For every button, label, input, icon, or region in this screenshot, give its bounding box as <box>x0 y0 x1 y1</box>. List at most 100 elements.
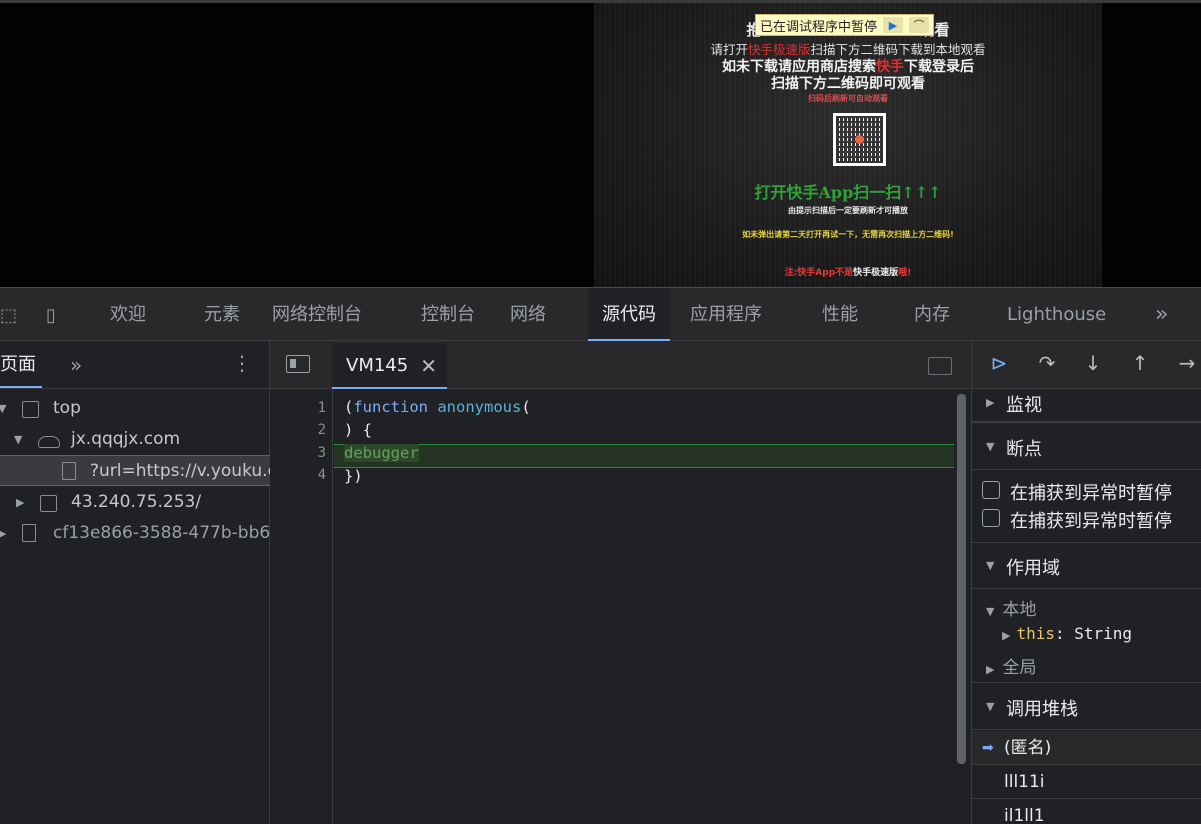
tree-label: top <box>53 398 81 418</box>
current-frame-arrow-icon: ➡ <box>982 740 994 756</box>
tree-label: 43.240.75.253/ <box>71 492 202 512</box>
call-frame-current[interactable]: ➡ (匿名) <box>972 731 1201 765</box>
close-tab-icon[interactable]: ✕ <box>420 343 437 389</box>
execution-line-highlight <box>334 444 954 468</box>
section-title: 监视 <box>1006 395 1042 416</box>
code-line-2[interactable]: ) { <box>344 421 372 439</box>
collapse-arrow-icon[interactable]: ▶ <box>0 518 6 549</box>
collapse-arrow-icon: ▶ <box>986 663 995 676</box>
overlay-line-8: 如未弹出请第二天打开再试一下，无需再次扫描上方二维码! <box>742 230 954 239</box>
frame-icon <box>22 401 39 418</box>
devtools-tabbar: ⬚ ▯ 欢迎 元素 网络控制台 控制台 网络 源代码 应用程序 性能 内存 Li… <box>0 287 1201 341</box>
file-navigator: 页面 » ⋮ ▼ top ▼ jx.qqqjx.com ?url=https:/… <box>0 341 270 824</box>
tree-label: cf13e866-3588-477b-bb6t <box>53 523 270 543</box>
tree-item-domain[interactable]: ▼ jx.qqqjx.com <box>0 424 270 455</box>
code-line-1[interactable]: (function anonymous( <box>344 398 531 416</box>
section-breakpoints[interactable]: ▼ 断点 <box>972 422 1201 470</box>
editor-tabbar: VM145 ✕ <box>270 341 970 389</box>
more-navigator-tabs-icon[interactable]: » <box>70 353 82 377</box>
section-title: 断点 <box>1006 439 1042 460</box>
scope-label: 本地 <box>1002 600 1037 620</box>
inspect-element-icon[interactable]: ⬚ <box>0 305 24 327</box>
section-title: 作用域 <box>1006 558 1060 579</box>
file-tab-vm145[interactable]: VM145 ✕ <box>332 343 447 389</box>
gear-file-icon <box>22 524 36 542</box>
property-separator: : <box>1055 624 1075 643</box>
tree-item-top[interactable]: ▼ top <box>0 393 270 424</box>
expand-arrow-icon[interactable]: ▼ <box>0 393 6 424</box>
navigator-header: 页面 » ⋮ <box>0 341 269 389</box>
tab-network-console[interactable]: 网络控制台 <box>272 288 362 341</box>
video-player[interactable]: 抱观看 请打开快手极速版扫描下方二维码下载到本地观看 如未下载请应用商店搜索快手… <box>594 3 1102 287</box>
pause-uncaught-checkbox[interactable] <box>982 509 1000 527</box>
step-over-icon[interactable]: ⌒ <box>909 17 930 33</box>
call-frame-label: (匿名) <box>1004 738 1052 758</box>
collapse-arrow-icon[interactable]: ▶ <box>16 487 24 518</box>
scope-local-row[interactable]: ▼ 本地 <box>986 595 1036 620</box>
tab-application[interactable]: 应用程序 <box>690 288 762 341</box>
scope-global-row[interactable]: ▶ 全局 <box>986 653 1036 678</box>
checkbox-label: 在捕获到异常时暂停 <box>1010 483 1172 504</box>
debugger-toolbar: ⊳ ↷ ↓ ↑ → <box>972 341 1201 389</box>
property-key: this <box>1016 624 1055 643</box>
toggle-navigator-icon[interactable] <box>286 355 310 373</box>
tab-memory[interactable]: 内存 <box>914 288 950 341</box>
tab-welcome[interactable]: 欢迎 <box>110 288 146 341</box>
cloud-icon <box>38 436 60 448</box>
overlay-line-5: 扫码后刷新可自动观看 <box>808 94 888 103</box>
step-into-icon[interactable]: ↓ <box>1078 351 1108 375</box>
line-number[interactable]: 1 <box>296 400 326 416</box>
call-frame[interactable]: il1ll1 <box>972 799 1201 824</box>
tab-lighthouse[interactable]: Lighthouse <box>1007 288 1106 341</box>
code-line-3[interactable]: debugger <box>344 444 419 462</box>
tab-page[interactable]: 页面 <box>0 341 42 388</box>
tree-item-worker[interactable]: ▶ cf13e866-3588-477b-bb6t <box>0 518 270 549</box>
pause-on-caught-row[interactable]: 在捕获到异常时暂停 <box>972 481 1201 507</box>
tab-performance[interactable]: 性能 <box>822 288 858 341</box>
tree-item-ip[interactable]: ▶ 43.240.75.253/ <box>0 487 270 518</box>
section-watch[interactable]: ▶ 监视 <box>972 389 1201 422</box>
device-toolbar-icon[interactable]: ▯ <box>46 305 70 327</box>
section-call-stack[interactable]: ▼ 调用堆栈 <box>972 682 1201 730</box>
expand-arrow-icon[interactable]: ▼ <box>14 424 22 455</box>
toggle-debugger-icon[interactable] <box>928 357 952 375</box>
pause-caught-checkbox[interactable] <box>982 481 1000 499</box>
devtools-panel: ⬚ ▯ 欢迎 元素 网络控制台 控制台 网络 源代码 应用程序 性能 内存 Li… <box>0 287 1201 824</box>
step-out-icon[interactable]: ↑ <box>1125 351 1155 375</box>
tab-network[interactable]: 网络 <box>510 288 546 341</box>
more-tabs-icon[interactable]: » <box>1155 288 1168 341</box>
frame-icon <box>40 495 57 512</box>
call-frame-label: lll11i <box>1004 772 1045 792</box>
section-scope[interactable]: ▼ 作用域 <box>972 542 1201 589</box>
navigator-menu-icon[interactable]: ⋮ <box>232 351 252 375</box>
file-icon <box>62 462 76 480</box>
resume-icon[interactable]: ▶ <box>883 17 904 33</box>
tree-item-url-file[interactable]: ?url=https://v.youku.c <box>0 455 270 486</box>
call-frame-label: il1ll1 <box>1004 806 1045 824</box>
tab-sources[interactable]: 源代码 <box>588 288 670 341</box>
expand-arrow-icon: ▼ <box>986 700 995 713</box>
step-over-icon[interactable]: ↷ <box>1032 351 1062 375</box>
call-frame[interactable]: lll11i <box>972 765 1201 799</box>
scope-this-row[interactable]: ▶ this: String <box>1002 624 1132 644</box>
expand-arrow-icon: ▼ <box>986 559 995 572</box>
code-line-4[interactable]: }) <box>344 467 363 485</box>
page-viewport: 抱观看 请打开快手极速版扫描下方二维码下载到本地观看 如未下载请应用商店搜索快手… <box>0 0 1201 287</box>
tree-label: ?url=https://v.youku.c <box>90 461 270 481</box>
line-number[interactable]: 2 <box>296 422 326 438</box>
tab-elements[interactable]: 元素 <box>204 288 240 341</box>
collapse-arrow-icon: ▶ <box>986 396 995 409</box>
editor-scrollbar[interactable] <box>957 394 966 764</box>
pause-on-uncaught-row[interactable]: 在捕获到异常时暂停 <box>972 509 1201 535</box>
step-icon[interactable]: → <box>1172 351 1201 375</box>
resume-icon[interactable]: ⊳ <box>984 351 1014 375</box>
line-number[interactable]: 3 <box>296 445 326 461</box>
expand-arrow-icon: ▼ <box>986 440 995 453</box>
expand-arrow-icon: ▼ <box>986 605 995 618</box>
collapse-arrow-icon: ▶ <box>1002 629 1011 642</box>
checkbox-label: 在捕获到异常时暂停 <box>1010 511 1172 532</box>
line-number[interactable]: 4 <box>296 467 326 483</box>
file-tab-label: VM145 <box>346 355 409 376</box>
tab-console[interactable]: 控制台 <box>421 288 475 341</box>
overlay-line-6: 打开快手App扫一扫↑↑↑ <box>754 183 942 202</box>
